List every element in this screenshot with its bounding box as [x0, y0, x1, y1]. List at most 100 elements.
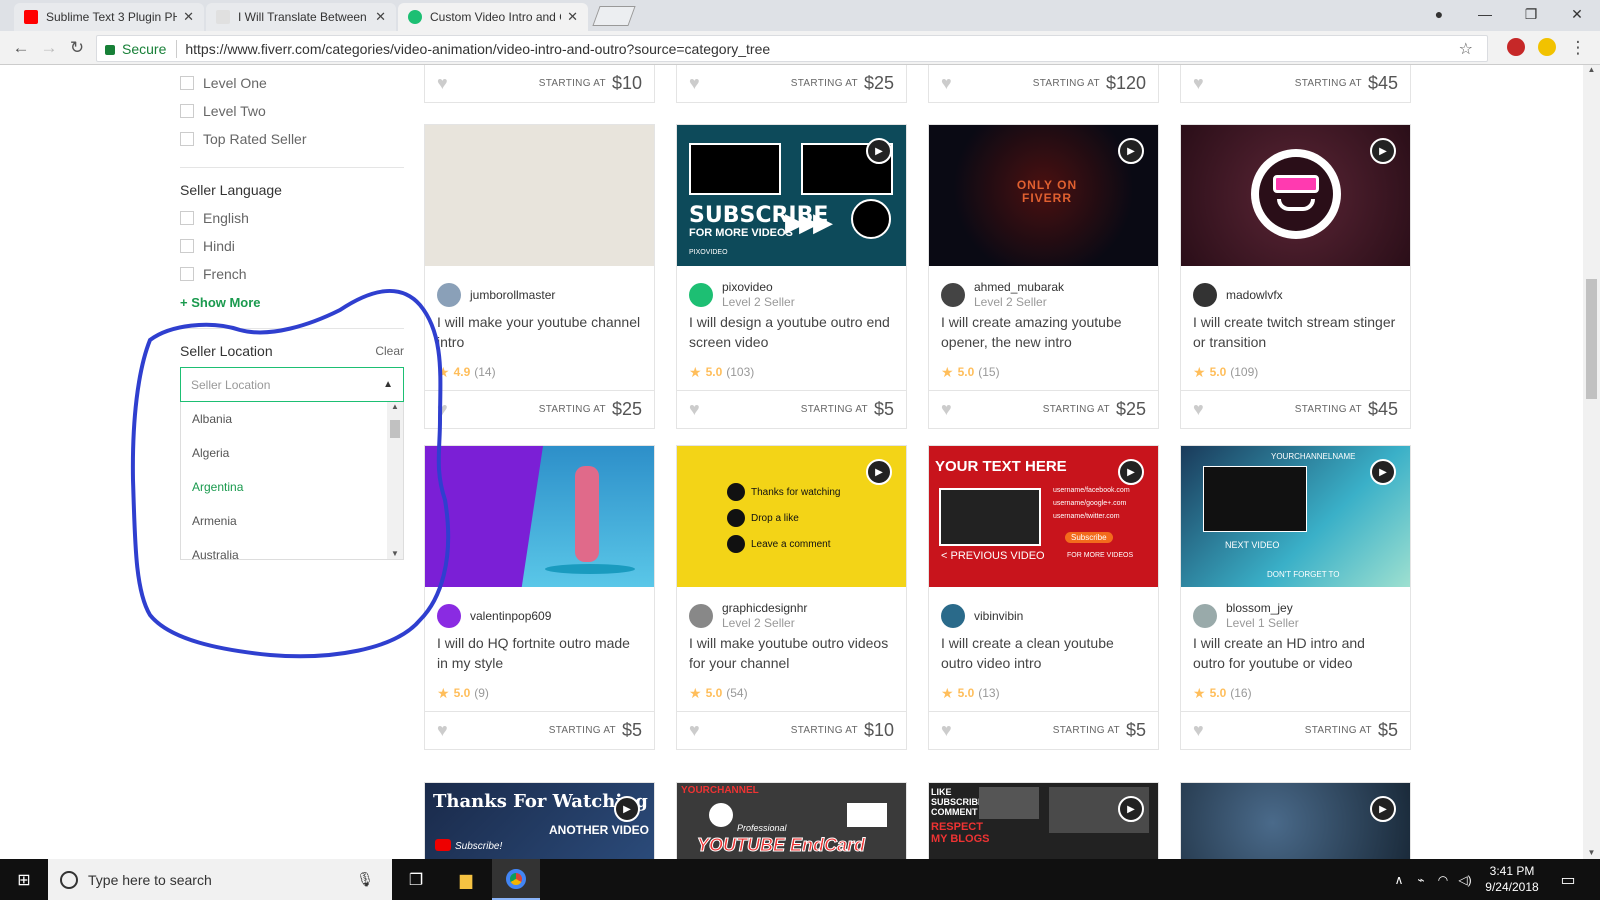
gig-card-footer[interactable]: ♥ STARTING AT $10	[424, 65, 655, 103]
seller-name[interactable]: blossom_jey	[1226, 601, 1299, 616]
seller-name[interactable]: vibinvibin	[974, 609, 1023, 624]
close-icon[interactable]: ✕	[183, 9, 194, 25]
heart-icon[interactable]: ♥	[1193, 73, 1204, 94]
heart-icon[interactable]: ♥	[689, 399, 700, 420]
filter-top-rated[interactable]: Top Rated Seller	[180, 125, 404, 153]
gig-title[interactable]: I will make your youtube channel intro	[425, 312, 654, 362]
seller-name[interactable]: graphicdesignhr	[722, 601, 807, 616]
avatar[interactable]	[1193, 283, 1217, 307]
seller-info[interactable]: ahmed_mubarak Level 2 Seller	[929, 266, 1158, 312]
gig-title[interactable]: I will do HQ fortnite outro made in my s…	[425, 633, 654, 683]
checkbox[interactable]	[180, 132, 194, 146]
play-icon[interactable]: ▶	[1370, 796, 1396, 822]
tab-sublime[interactable]: Sublime Text 3 Plugin PH ✕	[14, 3, 204, 31]
windows-start-icon[interactable]: ⊞	[0, 859, 48, 900]
play-icon[interactable]: ▶	[1370, 138, 1396, 164]
dropdown-scrollbar[interactable]: ▲ ▼	[387, 402, 403, 559]
play-icon[interactable]: ▶	[1118, 796, 1144, 822]
play-icon[interactable]: ▶	[1370, 459, 1396, 485]
gig-title[interactable]: I will create an HD intro and outro for …	[1181, 633, 1410, 683]
checkbox[interactable]	[180, 211, 194, 225]
heart-icon[interactable]: ♥	[689, 720, 700, 741]
gig-thumbnail[interactable]	[425, 125, 654, 266]
gig-title[interactable]: I will create amazing youtube opener, th…	[929, 312, 1158, 362]
gig-thumbnail[interactable]: SUBSCRIBE FOR MORE VIDEOS ▶▶▶ PIXOVIDEO ▶	[677, 125, 906, 266]
seller-name[interactable]: ahmed_mubarak	[974, 280, 1064, 295]
close-icon[interactable]: ✕	[375, 9, 386, 25]
play-icon[interactable]: ▶	[614, 796, 640, 822]
play-icon[interactable]: ▶	[1118, 459, 1144, 485]
close-window-icon[interactable]: ✕	[1554, 0, 1600, 28]
gig-thumbnail[interactable]: Thanks for watching Drop a like Leave a …	[677, 446, 906, 587]
extension-icon[interactable]	[1538, 38, 1556, 56]
avatar[interactable]	[941, 283, 965, 307]
gig-title[interactable]: I will create twitch stream stinger or t…	[1181, 312, 1410, 362]
scrollbar-thumb[interactable]	[390, 420, 400, 438]
gig-card-footer[interactable]: ♥ STARTING AT $25	[676, 65, 907, 103]
gig-card[interactable]: YOURCHANNEL Professional YOUTUBE EndCard	[676, 782, 907, 859]
gig-thumbnail[interactable]	[425, 446, 654, 587]
gig-title[interactable]: I will design a youtube outro end screen…	[677, 312, 906, 362]
filter-level-one[interactable]: Level One	[180, 69, 404, 97]
bookmark-star-icon[interactable]: ☆	[1459, 39, 1473, 59]
heart-icon[interactable]: ♥	[437, 73, 448, 94]
gig-card[interactable]: ONLY ON FIVERR ▶ ahmed_mubarak Level 2 Se…	[928, 124, 1159, 429]
seller-info[interactable]: valentinpop609	[425, 587, 654, 633]
url-input[interactable]: Secure https://www.fiverr.com/categories…	[96, 35, 1488, 62]
heart-icon[interactable]: ♥	[437, 720, 448, 741]
heart-icon[interactable]: ♥	[941, 720, 952, 741]
gig-title[interactable]: I will make youtube outro videos for you…	[677, 633, 906, 683]
gig-thumbnail[interactable]: YOURCHANNEL Professional YOUTUBE EndCard	[677, 783, 906, 859]
gig-card[interactable]: YOUR TEXT HERE < PREVIOUS VIDEO username…	[928, 445, 1159, 750]
scroll-down-icon[interactable]: ▼	[1583, 848, 1600, 857]
seller-location-select[interactable]: Seller Location ▲	[180, 367, 404, 402]
gig-card[interactable]: ▶	[1180, 782, 1411, 859]
filter-hindi[interactable]: Hindi	[180, 232, 404, 260]
clock[interactable]: 3:41 PM 9/24/2018	[1475, 863, 1549, 895]
page-scrollbar[interactable]: ▲ ▼	[1583, 65, 1600, 859]
gig-card[interactable]: SUBSCRIBE FOR MORE VIDEOS ▶▶▶ PIXOVIDEO ▶…	[676, 124, 907, 429]
microphone-icon[interactable]: 🎙	[356, 871, 374, 888]
checkbox[interactable]	[180, 104, 194, 118]
gig-thumbnail[interactable]: Thanks For Watching ANOTHER VIDEO Subscr…	[425, 783, 654, 859]
scrollbar-thumb[interactable]	[1586, 279, 1597, 399]
task-view-icon[interactable]: ❐	[392, 859, 440, 900]
checkbox[interactable]	[180, 239, 194, 253]
avatar[interactable]	[689, 283, 713, 307]
heart-icon[interactable]: ♥	[437, 399, 448, 420]
gig-thumbnail[interactable]: ONLY ON FIVERR ▶	[929, 125, 1158, 266]
notification-icon[interactable]: ▭	[1548, 859, 1588, 900]
heart-icon[interactable]: ♥	[1193, 720, 1204, 741]
filter-french[interactable]: French	[180, 260, 404, 288]
profile-icon[interactable]: ●	[1416, 0, 1462, 28]
seller-info[interactable]: pixovideo Level 2 Seller	[677, 266, 906, 312]
gig-thumbnail[interactable]: ▶	[1181, 783, 1410, 859]
avatar[interactable]	[941, 604, 965, 628]
show-more-link[interactable]: + Show More	[180, 295, 404, 310]
tab-custom-video[interactable]: Custom Video Intro and O ✕	[398, 3, 588, 31]
seller-info[interactable]: blossom_jey Level 1 Seller	[1181, 587, 1410, 633]
heart-icon[interactable]: ♥	[941, 399, 952, 420]
gig-card-footer[interactable]: ♥ STARTING AT $120	[928, 65, 1159, 103]
close-icon[interactable]: ✕	[567, 9, 578, 25]
heart-icon[interactable]: ♥	[689, 73, 700, 94]
file-explorer-icon[interactable]: ▆	[442, 859, 490, 900]
scroll-up-icon[interactable]: ▲	[387, 402, 403, 411]
chrome-icon[interactable]	[492, 859, 540, 900]
option-albania[interactable]: Albania	[181, 402, 403, 436]
minimize-icon[interactable]: —	[1462, 0, 1508, 28]
gig-card[interactable]: LIKE SUBSCRIBE COMMENT RESPECT MY BLOGS ▶	[928, 782, 1159, 859]
seller-info[interactable]: jumborollmaster	[425, 266, 654, 312]
adblock-icon[interactable]	[1507, 38, 1525, 56]
scroll-up-icon[interactable]: ▲	[1583, 65, 1600, 74]
filter-english[interactable]: English	[180, 204, 404, 232]
heart-icon[interactable]: ♥	[1193, 399, 1204, 420]
gig-thumbnail[interactable]: LIKE SUBSCRIBE COMMENT RESPECT MY BLOGS ▶	[929, 783, 1158, 859]
tab-translate[interactable]: I Will Translate Between A ✕	[206, 3, 396, 31]
menu-icon[interactable]: ⋮	[1567, 37, 1589, 59]
reload-icon[interactable]: ↻	[66, 37, 88, 59]
gig-thumbnail[interactable]: YOUR TEXT HERE < PREVIOUS VIDEO username…	[929, 446, 1158, 587]
seller-info[interactable]: graphicdesignhr Level 2 Seller	[677, 587, 906, 633]
clear-link[interactable]: Clear	[375, 344, 404, 358]
gig-card[interactable]: valentinpop609 I will do HQ fortnite out…	[424, 445, 655, 750]
